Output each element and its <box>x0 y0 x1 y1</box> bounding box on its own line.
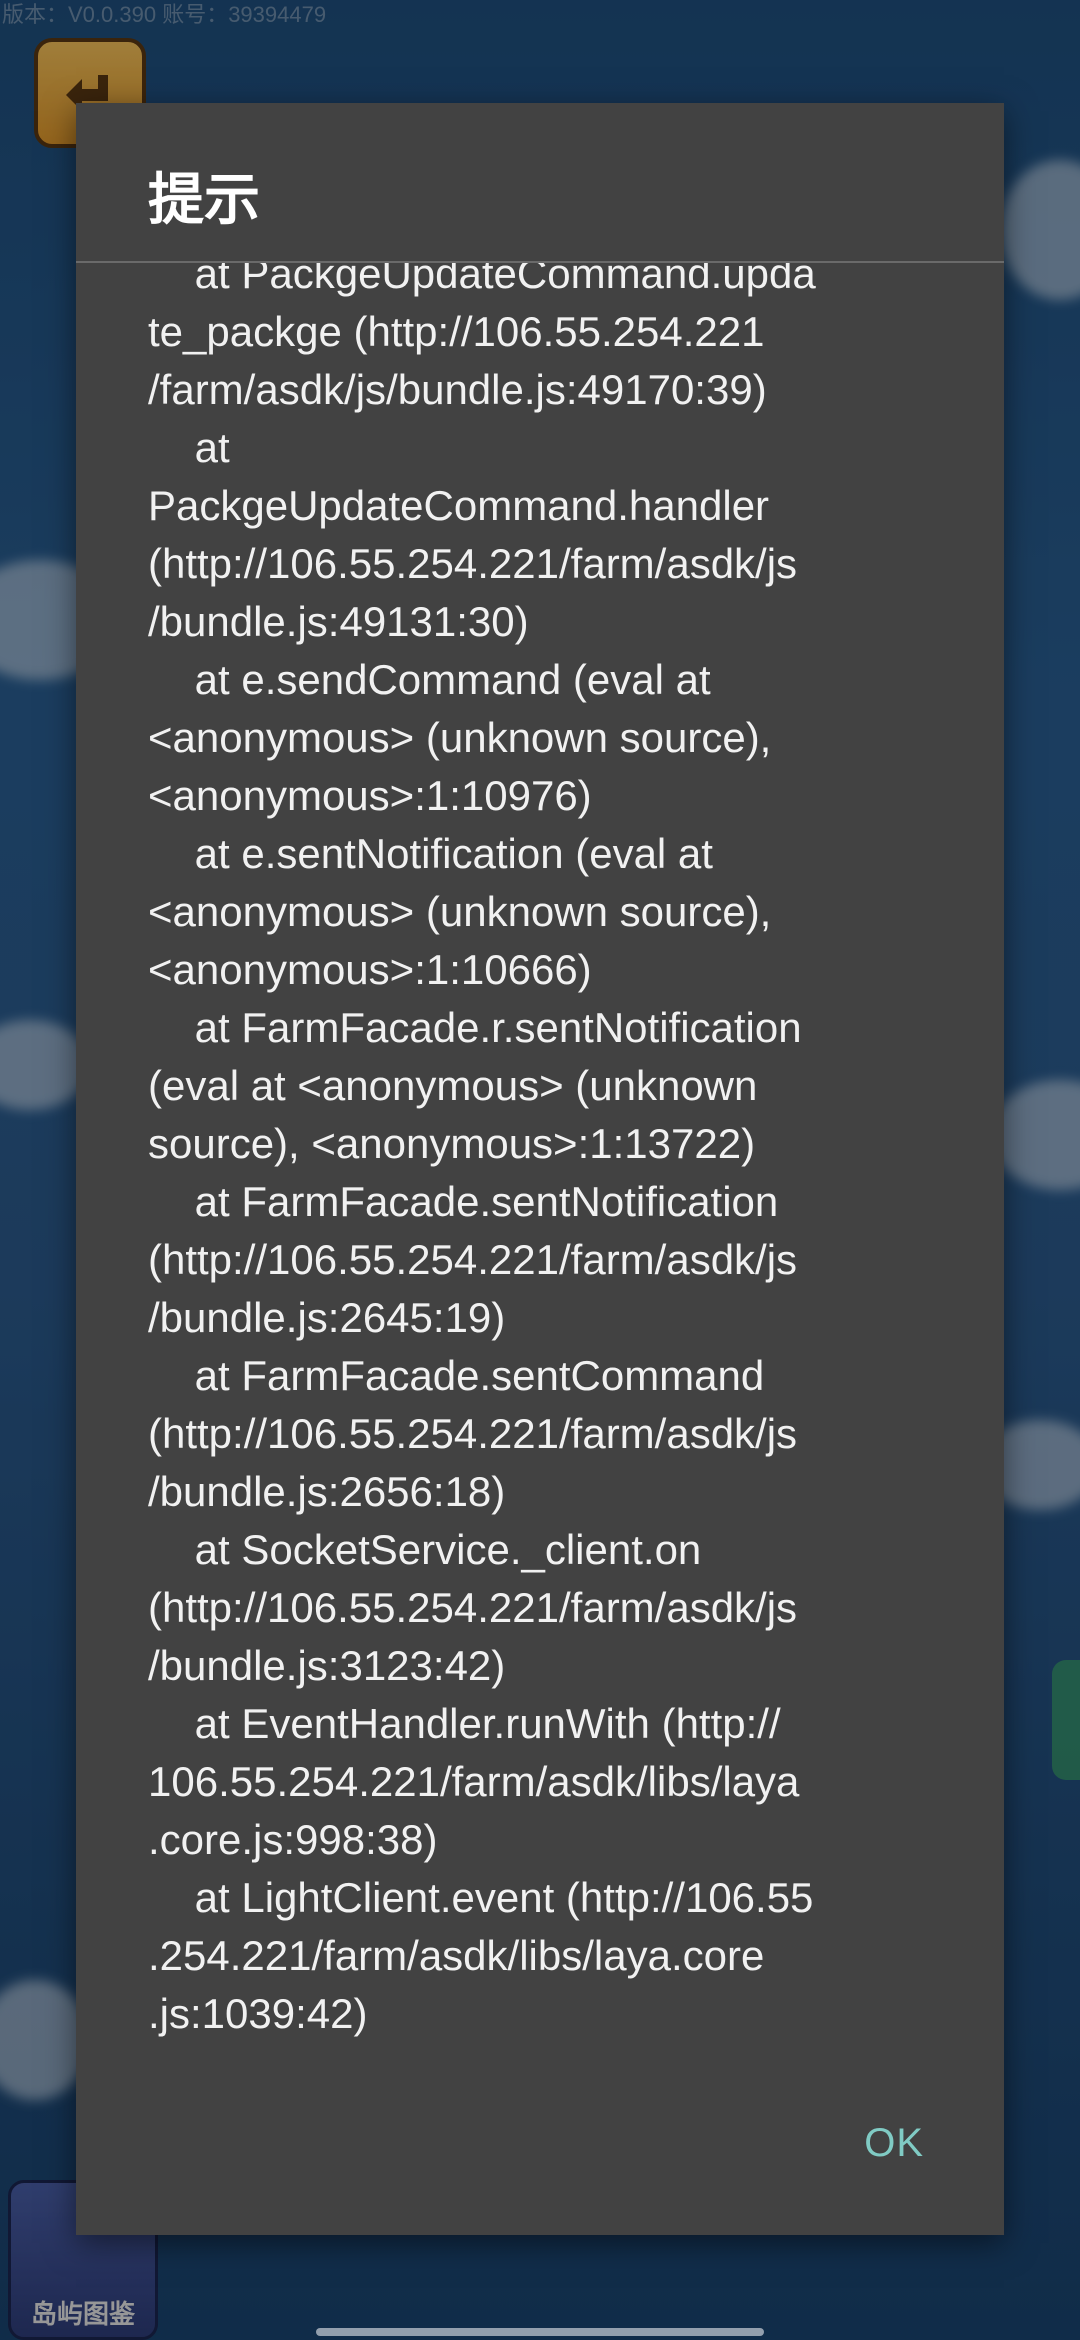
dialog-title: 提示 <box>148 168 260 233</box>
ok-button[interactable]: OK <box>864 2113 924 2173</box>
alert-dialog: 提示 at PackgeUpdateCommand.upda te_packge… <box>76 103 1004 2235</box>
game-screen: 版本：V0.0.390 账号：39394479 岛屿图鉴 提示 at Packg… <box>0 0 1080 2340</box>
error-stack-trace: at PackgeUpdateCommand.upda te_packge (h… <box>148 263 816 2037</box>
dialog-message-scroll[interactable]: at PackgeUpdateCommand.upda te_packge (h… <box>148 263 932 2163</box>
home-indicator[interactable] <box>316 2328 764 2336</box>
